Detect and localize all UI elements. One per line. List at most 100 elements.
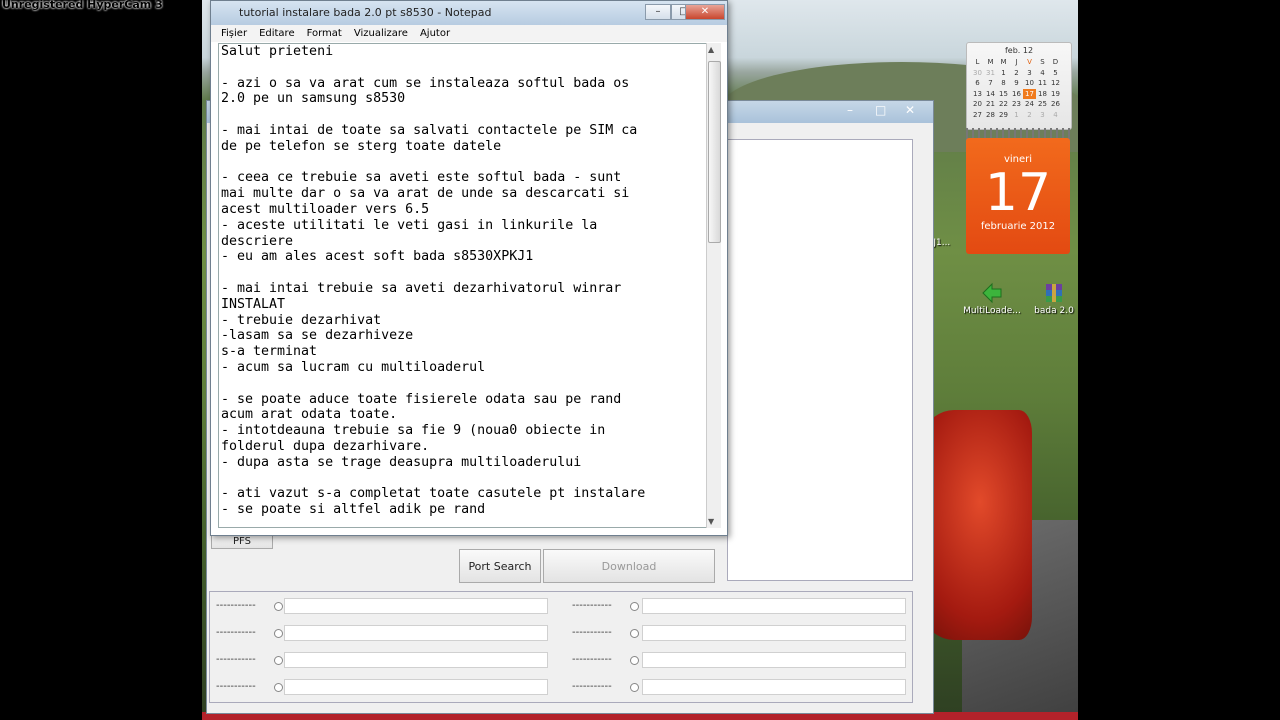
calendar-day-cell[interactable]: 3	[1036, 110, 1049, 121]
multiloader-right-panel	[727, 139, 913, 581]
desktop-icon-label: bada 2.0	[1034, 306, 1074, 316]
calendar-weekday: L	[975, 58, 980, 66]
port-radio[interactable]	[274, 656, 283, 665]
port-row-label: -----------	[572, 627, 612, 638]
port-radio[interactable]	[274, 629, 283, 638]
port-field	[284, 598, 548, 614]
port-radio[interactable]	[630, 602, 639, 611]
calendar-weekday: S	[1040, 58, 1045, 66]
port-row-label: -----------	[572, 681, 612, 692]
calendar-day-cell[interactable]: 12	[1049, 78, 1062, 89]
calendar-day-cell[interactable]: 6	[971, 78, 984, 89]
desktop-icon-bada[interactable]: bada 2.0	[1022, 282, 1086, 316]
calendar-day-cell[interactable]: 11	[1036, 78, 1049, 89]
calendar-day-cell[interactable]: 27	[971, 110, 984, 121]
calendar-gadget[interactable]: feb. 12 L M M J V S D 30 31 1 2 3 4 5 6 7 8 9 10 11 12 13 14 15…	[966, 42, 1072, 254]
minimize-button[interactable]: –	[645, 4, 671, 20]
close-icon[interactable]: ✕	[905, 103, 915, 117]
notepad-title: tutorial instalare bada 2.0 pt s8530 - N…	[239, 6, 492, 19]
calendar-weekday: D	[1052, 58, 1059, 66]
port-search-button[interactable]: Port Search	[459, 549, 541, 583]
calendar-weekday: M	[1000, 58, 1007, 66]
menu-view[interactable]: Vizualizare	[354, 25, 408, 42]
minimize-icon[interactable]: –	[847, 103, 853, 117]
port-row-label: -----------	[572, 654, 612, 665]
notepad-titlebar[interactable]: tutorial instalare bada 2.0 pt s8530 - N…	[211, 1, 727, 25]
port-row-label: -----------	[572, 600, 612, 611]
port-row-label: -----------	[216, 600, 256, 611]
calendar-weekday: V	[1027, 58, 1032, 66]
menu-help[interactable]: Ajutor	[420, 25, 450, 42]
scroll-down-icon[interactable]: ▼	[708, 517, 714, 526]
menu-format[interactable]: Format	[307, 25, 342, 42]
port-field	[284, 625, 548, 641]
close-button[interactable]: ✕	[685, 4, 725, 20]
calendar-day-cell[interactable]: 10	[1023, 78, 1036, 89]
calendar-day-cell[interactable]: 5	[1049, 68, 1062, 79]
menu-file[interactable]: Fișier	[221, 25, 247, 42]
calendar-grid: L M M J V S D 30 31 1 2 3 4 5 6 7 8 9 10 11 12 13 14 15 16 17 18 19…	[971, 57, 1071, 120]
calendar-day-cell[interactable]: 31	[984, 68, 997, 79]
port-field	[642, 679, 906, 695]
calendar-day-cell[interactable]: 17	[1023, 88, 1036, 99]
calendar-day-cell[interactable]: 1	[1010, 110, 1023, 121]
port-radio[interactable]	[630, 683, 639, 692]
calendar-day-cell[interactable]: 2	[1023, 110, 1036, 121]
port-list-panel: ----------- ----------- ----------- ----…	[209, 591, 913, 703]
calendar-day-cell[interactable]: 24	[1023, 99, 1036, 110]
calendar-day-number: 17	[984, 163, 1052, 223]
calendar-day-cell[interactable]: 14	[984, 89, 997, 100]
calendar-day-cell[interactable]: 21	[984, 99, 997, 110]
notepad-window: tutorial instalare bada 2.0 pt s8530 - N…	[210, 0, 728, 536]
calendar-day-cell[interactable]: 2	[1010, 68, 1023, 79]
port-radio[interactable]	[630, 656, 639, 665]
port-row-label: -----------	[216, 681, 256, 692]
port-radio[interactable]	[274, 602, 283, 611]
scroll-up-icon[interactable]: ▲	[708, 45, 714, 54]
calendar-weekday: M	[987, 58, 994, 66]
menu-edit[interactable]: Editare	[259, 25, 295, 42]
notepad-menubar: Fișier Editare Format Vizualizare Ajutor	[211, 25, 727, 42]
vertical-scrollbar[interactable]: ▲ ▼	[706, 43, 721, 528]
calendar-day-cell[interactable]: 16	[1010, 89, 1023, 100]
download-button[interactable]: Download	[543, 549, 715, 583]
calendar-day-cell[interactable]: 1	[997, 68, 1010, 79]
notepad-text-area[interactable]: Salut prieteni - azi o sa va arat cum se…	[218, 43, 712, 528]
calendar-day-cell[interactable]: 13	[971, 89, 984, 100]
calendar-day-cell[interactable]: 25	[1036, 99, 1049, 110]
port-field	[642, 652, 906, 668]
calendar-day-cell[interactable]: 4	[1049, 110, 1062, 121]
desktop-icon-label: MultiLoade...	[963, 306, 1021, 316]
calendar-day-cell[interactable]: 3	[1023, 68, 1036, 79]
desktop: PKJ1... – □ ✕ PFS Port Search Download -…	[202, 0, 1078, 720]
calendar-day-cell[interactable]: 30	[971, 68, 984, 79]
maximize-icon[interactable]: □	[875, 103, 886, 117]
scroll-thumb[interactable]	[708, 61, 721, 243]
port-radio[interactable]	[274, 683, 283, 692]
calendar-day-cell[interactable]: 26	[1049, 99, 1062, 110]
calendar-day-cell[interactable]: 7	[984, 78, 997, 89]
port-field	[284, 652, 548, 668]
green-arrow-icon	[981, 282, 1003, 304]
port-field	[642, 598, 906, 614]
port-row-label: -----------	[216, 627, 256, 638]
port-field	[284, 679, 548, 695]
calendar-day-cell[interactable]: 15	[997, 89, 1010, 100]
calendar-day-cell[interactable]: 19	[1049, 89, 1062, 100]
port-radio[interactable]	[630, 629, 639, 638]
calendar-month-title: feb. 12	[1004, 46, 1034, 55]
calendar-day-cell[interactable]: 29	[997, 110, 1010, 121]
calendar-day-cell[interactable]: 9	[1010, 78, 1023, 89]
calendar-day-cell[interactable]: 23	[1010, 99, 1023, 110]
calendar-day-cell[interactable]: 8	[997, 78, 1010, 89]
calendar-day-cell[interactable]: 18	[1036, 89, 1049, 100]
calendar-month-year: februarie 2012	[980, 221, 1056, 232]
calendar-day-cell[interactable]: 20	[971, 99, 984, 110]
calendar-day-cell[interactable]: 4	[1036, 68, 1049, 79]
desktop-icon-multiloader[interactable]: MultiLoade...	[960, 282, 1024, 316]
calendar-day-cell[interactable]: 28	[984, 110, 997, 121]
hypercam-watermark: Unregistered HyperCam 3	[2, 0, 163, 11]
calendar-month-view: feb. 12 L M M J V S D 30 31 1 2 3 4 5 6 7 8 9 10 11 12 13 14 15…	[966, 42, 1072, 130]
port-field	[642, 625, 906, 641]
calendar-day-cell[interactable]: 22	[997, 99, 1010, 110]
